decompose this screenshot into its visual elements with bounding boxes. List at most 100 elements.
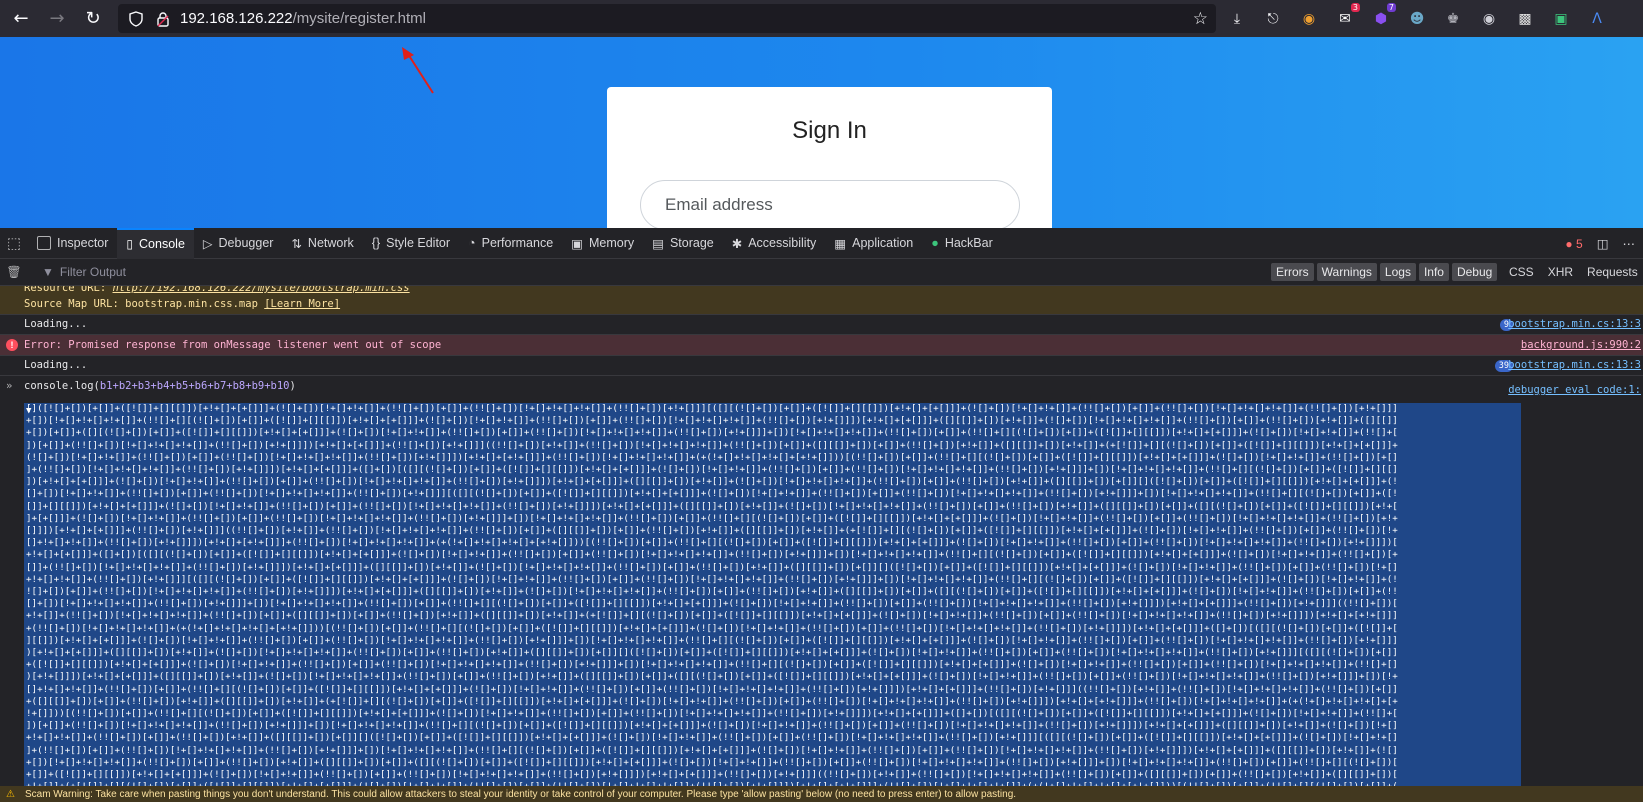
fox-icon[interactable]: ◉ <box>1296 6 1322 32</box>
tab-network[interactable]: ⇅ Network <box>282 228 362 259</box>
console-command-row: » console.log(b1+b2+b3+b4+b5+b6+b7+b8+b9… <box>0 376 1643 398</box>
input-prompt-icon: » <box>6 380 13 392</box>
error-message: Error: Promised response from onMessage … <box>24 339 442 351</box>
console-filter-bar: 🗑 ▼ Filter Output Errors Warnings Logs I… <box>0 259 1643 286</box>
scam-warning-bar: ⚠ Scam Warning: Take care when pasting t… <box>0 786 1643 802</box>
shield-ext-icon[interactable]: ⬢ 7 <box>1368 3 1396 32</box>
collapse-toggle-icon[interactable]: ▼ <box>26 406 31 416</box>
bookmark-star-icon[interactable]: ☆ <box>1193 9 1208 29</box>
source-map-text: Source Map URL: bootstrap.min.css.map <box>24 298 265 310</box>
ninja-icon[interactable]: ♚ <box>1440 6 1466 32</box>
reload-icon: ↻ <box>85 7 101 29</box>
downloads-icon[interactable]: ⤓ <box>1224 6 1250 32</box>
url-bar[interactable]: 192.168.126.222/mysite/register.html ☆ <box>118 4 1216 33</box>
more-menu-icon[interactable]: ⋯ <box>1623 236 1636 251</box>
responsive-mode-icon[interactable]: ◫ <box>1597 236 1609 251</box>
resource-url-link[interactable]: http://192.168.126.222/mysite/bootstrap.… <box>113 286 410 294</box>
tab-memory[interactable]: ▣ Memory <box>562 228 643 259</box>
url-host: 192.168.126.222 <box>180 10 293 27</box>
tab-label: Performance <box>481 236 554 250</box>
log-level-filters: Errors Warnings Logs Info Debug <box>1271 263 1498 281</box>
tab-label: Network <box>307 236 354 250</box>
error-icon: ! <box>6 339 18 351</box>
console-error-row: ! Error: Promised response from onMessag… <box>0 335 1643 356</box>
filter-info-button[interactable]: Info <box>1418 263 1449 281</box>
cookie-icon[interactable]: ▩ <box>1512 6 1538 32</box>
arrow-right-icon: → <box>49 7 65 29</box>
source-link[interactable]: bootstrap.min.cs:13:3 <box>1508 359 1641 371</box>
filter-output-input[interactable]: ▼ Filter Output <box>42 265 1192 279</box>
error-count[interactable]: ● 5 <box>1565 237 1582 251</box>
filter-debug-button[interactable]: Debug <box>1451 263 1498 281</box>
globe-icon[interactable]: ◉ <box>1476 6 1502 32</box>
tab-inspector[interactable]: Inspector <box>28 228 117 259</box>
mail-icon[interactable]: ✉ 3 <box>1332 3 1360 32</box>
mail-badge: 3 <box>1350 3 1360 12</box>
filter-requests-button[interactable]: Requests <box>1587 265 1638 279</box>
error-count-value: 5 <box>1576 236 1583 251</box>
request-filters: CSS XHR Requests <box>1509 265 1638 279</box>
reload-button[interactable]: ↻ <box>75 3 111 33</box>
element-picker-icon[interactable]: ⬚ <box>0 234 28 252</box>
filter-logs-button[interactable]: Logs <box>1379 263 1416 281</box>
braces-icon: {} <box>371 236 381 250</box>
translate-icon[interactable]: Λ <box>1584 6 1610 32</box>
hackbar-icon: ● <box>931 236 939 250</box>
warning-line-1: Resource URL: http://192.168.126.222/mys… <box>24 286 410 294</box>
inspector-icon <box>37 236 51 250</box>
forward-button[interactable]: → <box>39 3 75 33</box>
email-input[interactable]: Email address <box>640 180 1020 228</box>
tab-performance[interactable]: ◔ Performance <box>459 228 562 259</box>
command-function: console.log( <box>24 380 100 392</box>
filter-icon: ▼ <box>42 265 54 279</box>
page-viewport: Sign In Email address <box>0 37 1643 228</box>
tab-label: Console <box>139 237 185 251</box>
accessibility-icon: ✱ <box>731 236 743 251</box>
devtools-tabbar: ⬚ Inspector ▯ Console ▷ Debugger ⇅ Network … <box>0 227 1643 259</box>
console-warning-row: Resource URL: http://192.168.126.222/mys… <box>0 286 1643 315</box>
devtools-right-controls: ● 5 ◫ ⋯ <box>1565 228 1635 259</box>
arrow-left-icon: ← <box>13 7 29 29</box>
clear-console-icon[interactable]: 🗑 <box>0 265 28 279</box>
tab-storage[interactable]: ▤ Storage <box>643 228 723 259</box>
tab-label: Style Editor <box>386 236 451 250</box>
card-title: Sign In <box>792 117 867 144</box>
tab-debugger[interactable]: ▷ Debugger <box>194 228 283 259</box>
shield-badge: 7 <box>1386 3 1396 12</box>
source-link[interactable]: background.js:990:2 <box>1521 339 1641 351</box>
tracking-shield-icon[interactable] <box>128 10 144 27</box>
tab-accessibility[interactable]: ✱ Accessibility <box>723 228 826 259</box>
tab-hackbar[interactable]: ● HackBar <box>922 228 1002 259</box>
tab-label: Storage <box>669 236 714 250</box>
console-output: Resource URL: http://192.168.126.222/mys… <box>0 286 1643 786</box>
filter-css-button[interactable]: CSS <box>1509 265 1534 279</box>
back-button[interactable]: ← <box>3 3 39 33</box>
log-message: Loading... <box>24 359 88 371</box>
tab-label: Debugger <box>218 236 274 250</box>
filter-warnings-button[interactable]: Warnings <box>1316 263 1377 281</box>
mask-icon[interactable]: ☻ <box>1404 6 1430 32</box>
output-source-link[interactable]: debugger eval code:1: <box>1508 384 1641 396</box>
lock-icon[interactable] <box>156 11 170 27</box>
filter-xhr-button[interactable]: XHR <box>1548 265 1573 279</box>
network-icon: ⇅ <box>291 236 302 251</box>
storage-icon: ▤ <box>652 236 664 251</box>
warning-label: Resource URL: <box>24 286 113 294</box>
tab-console[interactable]: ▯ Console <box>117 227 194 259</box>
jsfuck-output-block[interactable]: []([![]+[])[+[]]+([![]]+[][[]])[+!+[]+[+… <box>24 403 1521 786</box>
console-command: console.log(b1+b2+b3+b4+b5+b6+b7+b8+b9+b… <box>24 380 296 392</box>
extensions-puzzle-icon[interactable]: ⎋ <box>1260 6 1286 32</box>
console-icon: ▯ <box>126 237 134 251</box>
source-link[interactable]: bootstrap.min.cs:13:3 <box>1508 318 1641 330</box>
filter-errors-button[interactable]: Errors <box>1271 263 1314 281</box>
tab-application[interactable]: ▦ Application <box>825 228 922 259</box>
console-log-row: Loading... 39 bootstrap.min.cs:13:3 <box>0 356 1643 376</box>
browser-toolbar: ← → ↻ 192.168.126.222/mysite/register.ht… <box>0 0 1643 37</box>
code-icon[interactable]: ▣ <box>1548 6 1574 32</box>
scam-warning-text: Scam Warning: Take care when pasting thi… <box>24 788 1017 800</box>
chip-icon: ▣ <box>571 236 583 251</box>
learn-more-link[interactable]: [Learn More] <box>264 298 340 310</box>
tab-style-editor[interactable]: {} Style Editor <box>363 228 459 259</box>
warning-triangle-icon: ⚠ <box>6 788 15 800</box>
tab-label: Application <box>852 236 914 250</box>
